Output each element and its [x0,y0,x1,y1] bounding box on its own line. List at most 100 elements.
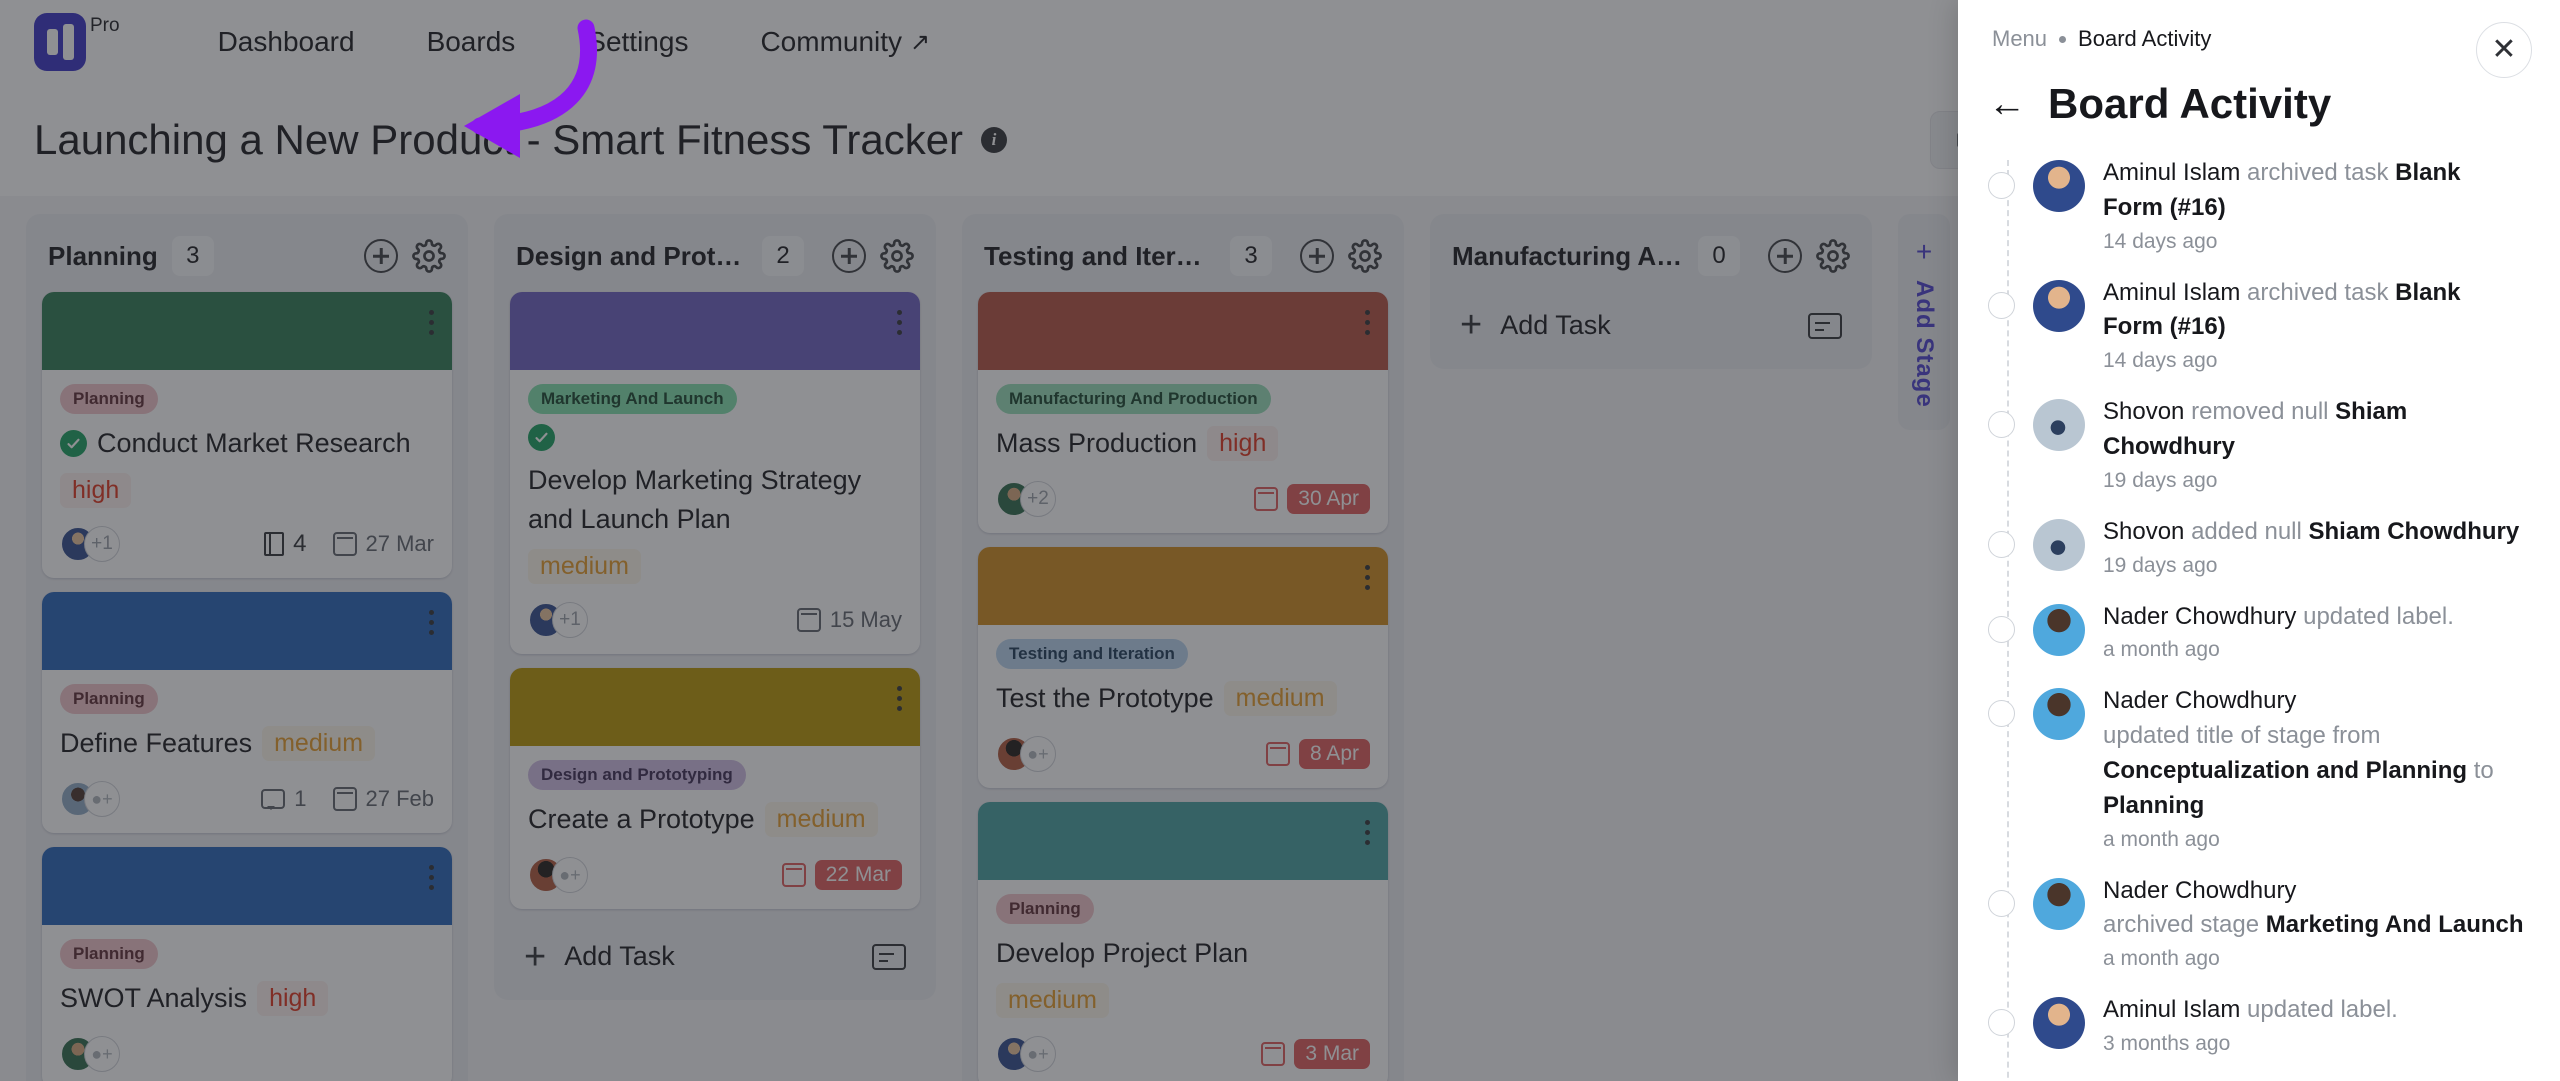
assignee-avatars[interactable]: ●+ [996,1036,1056,1073]
activity-item[interactable]: Nader Chowdhury updated label. a month a… [1988,590,2530,675]
card-meta: 22 Mar [781,860,902,891]
assignee-avatars[interactable]: ●+ [996,736,1056,773]
card-menu-icon[interactable] [1365,310,1370,335]
assignee-avatars[interactable]: +1 [528,602,588,639]
gear-icon[interactable] [1348,239,1382,273]
add-assignee-icon[interactable]: ●+ [84,781,120,818]
column-title: Manufacturing And Pro... [1452,240,1684,271]
stage-chip: Planning [60,384,158,414]
card-menu-icon[interactable] [1365,565,1370,591]
gear-icon[interactable] [1816,239,1850,273]
card-title-row: Develop Marketing Strategy and Launch Pl… [528,424,902,585]
card-footer: ●+ 22 Mar [528,857,902,894]
add-assignee-icon[interactable]: ●+ [552,857,588,894]
timeline-node [1988,172,2015,199]
card-menu-icon[interactable] [429,610,434,636]
card-cover [978,292,1388,370]
card-body: Planning Develop Project Plan medium ●+ 3 Ma… [978,880,1388,1081]
assignee-avatars[interactable]: +1 [60,526,120,563]
card-menu-icon[interactable] [897,310,902,335]
add-task-button[interactable]: + Add Task [510,925,920,988]
info-icon[interactable]: i [981,127,1008,153]
task-card[interactable]: Planning Conduct Market Research high +1 4 27… [42,292,452,579]
task-card[interactable]: Marketing And Launch Develop Marketing St… [510,292,920,655]
card-title-row: Test the Prototype medium [996,679,1370,718]
template-icon[interactable] [1808,312,1842,339]
nav-item-settings[interactable]: Settings [551,26,724,58]
card-footer: +2 30 Apr [996,481,1370,518]
assignee-avatars[interactable]: +2 [996,481,1056,518]
add-stage-button[interactable]: + Add Stage [1898,214,1950,430]
add-task-icon[interactable] [1300,239,1334,273]
avatar-overflow-count: +2 [1020,481,1056,518]
task-card[interactable]: Planning SWOT Analysis high ●+ [42,847,452,1081]
activity-item[interactable]: Aminul Islam updated label. 3 months ago [1988,983,2530,1068]
task-card[interactable]: Planning Define Features medium ●+ 1 27 Feb [42,592,452,834]
comment-count: 1 [261,786,307,812]
card-cover [978,802,1388,881]
activity-item[interactable]: Nader Chowdhury updated title of stage fr… [1988,674,2530,863]
app-logo[interactable]: Pro [34,13,120,71]
add-assignee-icon[interactable]: ●+ [84,1036,120,1073]
activity-item[interactable]: Shovon added null Shiam Chowdhury 19 days… [1988,505,2530,590]
activity-item[interactable]: Aminul Islam archived task Blank Form (#… [1988,266,2530,386]
activity-timestamp: a month ago [2103,638,2220,662]
activity-item[interactable]: Aminul Islam archived task Blank Form (#… [1988,146,2530,266]
add-task-button[interactable]: + Add Task [1446,294,1856,357]
breadcrumb-menu[interactable]: Menu [1992,26,2047,52]
task-card[interactable]: Planning Develop Project Plan medium ●+ 3 Ma… [978,802,1388,1081]
add-assignee-icon[interactable]: ●+ [1020,736,1056,773]
column-title: Design and Prototyping [516,240,748,271]
card-title: Create a Prototype [528,804,755,835]
task-card[interactable]: Design and Prototyping Create a Prototype… [510,668,920,910]
back-arrow-icon[interactable]: ← [1988,85,2026,123]
gear-icon[interactable] [412,239,446,273]
nav-item-community[interactable]: Community ↗ [724,26,966,58]
nav-item-boards[interactable]: Boards [391,26,552,58]
priority-badge: high [60,473,132,509]
priority-badge: high [257,981,329,1017]
due-date: 27 Feb [332,786,434,812]
priority-badge: medium [764,802,878,838]
column-task-count: 0 [1698,236,1740,276]
card-menu-icon[interactable] [429,310,434,335]
page-title: Launching a New Product - Smart Fitness … [34,116,964,163]
card-title-row: SWOT Analysis high [60,979,434,1018]
gear-icon[interactable] [880,239,914,273]
timeline-node [1988,291,2015,319]
task-card[interactable]: Testing and Iteration Test the Prototype m… [978,547,1388,789]
task-card[interactable]: Manufacturing And Production Mass Product… [978,292,1388,534]
breadcrumb: Menu Board Activity [1958,0,2560,52]
add-task-icon[interactable] [364,239,398,273]
assignee-avatars[interactable]: ●+ [60,781,120,818]
activity-text: Shovon removed null Shiam Chowdhury 19 da… [2085,395,2530,493]
activity-timestamp: a month ago [2103,947,2220,971]
add-task-icon[interactable] [832,239,866,273]
activity-detail: archived stage Marketing And Launch [2103,911,2524,939]
activity-item[interactable]: Shovon removed null Shiam Chowdhury 19 da… [1988,385,2530,505]
assignee-avatars[interactable]: ●+ [60,1036,120,1073]
add-assignee-icon[interactable]: ●+ [1020,1036,1056,1073]
card-meta: 30 Apr [1254,484,1370,515]
timeline-node [1988,411,2015,439]
activity-text: Nader Chowdhury updated label. a month a… [2085,600,2460,663]
calendar-icon [332,532,357,557]
card-title-row: Develop Project Plan medium [996,934,1370,1019]
priority-badge: medium [1223,681,1337,717]
assignee-avatars[interactable]: ●+ [528,857,588,894]
card-menu-icon[interactable] [1365,820,1370,846]
card-menu-icon[interactable] [897,686,902,712]
close-icon[interactable]: ✕ [2476,22,2532,78]
nav-item-dashboard[interactable]: Dashboard [182,26,391,58]
priority-badge: high [1207,426,1279,462]
card-title: Mass Production [996,428,1198,458]
due-date-label: 30 Apr [1287,484,1370,515]
card-menu-icon[interactable] [429,865,434,891]
activity-item[interactable]: Nader Chowdhury archived stage Marketing … [1988,864,2530,984]
template-icon[interactable] [872,943,906,970]
calendar-icon [781,863,806,888]
activity-item[interactable]: Aminul Islam updated label. 3 months ago [1988,1068,2530,1081]
add-task-icon[interactable] [1768,239,1802,273]
avatar [2033,518,2085,571]
due-date: 27 Mar [332,531,434,557]
